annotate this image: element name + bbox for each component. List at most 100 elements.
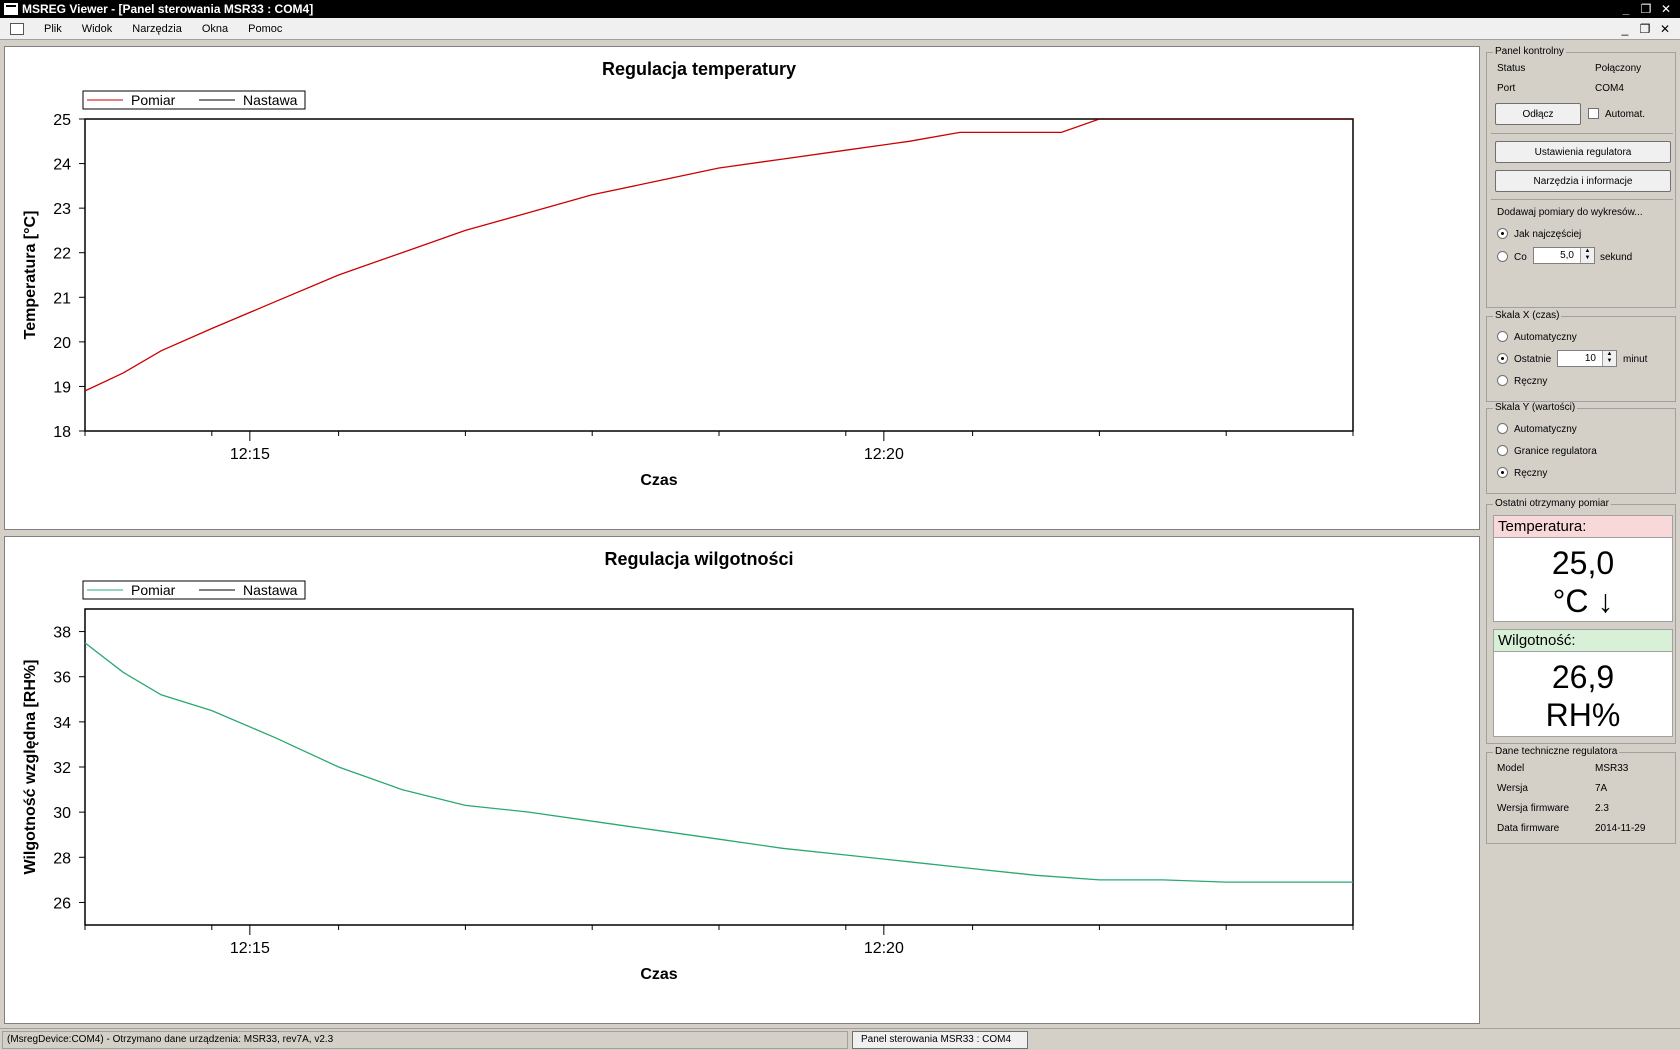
y-tick-label: 36 [53, 670, 71, 687]
menu-plik[interactable]: Plik [34, 23, 72, 35]
x-axis-label: Czas [640, 966, 677, 983]
legend-label-1: Nastawa [243, 582, 298, 598]
temperature-reading-value: 25,0 [1551, 545, 1615, 581]
menu-bar: Plik Widok Narzędzia Okna Pomoc _ ❐ ✕ [0, 18, 1680, 40]
status-bar: (MsregDevice:COM4) - Otrzymano dane urzą… [0, 1028, 1680, 1050]
x-tick-label: 12:15 [230, 446, 270, 463]
every-radio-label: Co [1514, 252, 1527, 263]
x-axis-label: Czas [640, 472, 677, 489]
last-minutes-spinner[interactable]: 10 ▲ ▼ [1557, 350, 1617, 367]
app-icon [4, 3, 18, 15]
mdi-restore-icon[interactable]: ❐ [1638, 22, 1652, 36]
close-icon[interactable]: ✕ [1658, 2, 1674, 16]
chart-title: Regulacja temperatury [602, 59, 796, 79]
mdi-close-icon[interactable]: ✕ [1658, 22, 1672, 36]
restore-icon[interactable]: ❐ [1638, 2, 1654, 16]
window-controls: _ ❐ ✕ [1618, 2, 1674, 16]
y-tick-label: 18 [53, 424, 71, 441]
humidity-reading-value: 26,9 [1551, 659, 1615, 695]
scale-y-group: Skala Y (wartości) Automatyczny Granice … [1486, 402, 1676, 494]
every-unit-label: sekund [1600, 252, 1633, 263]
port-label: Port [1497, 83, 1516, 94]
mdi-window-icon[interactable] [10, 22, 24, 35]
firmware-date-label: Data firmware [1497, 823, 1560, 834]
menu-narzedzia[interactable]: Narzędzia [122, 23, 192, 35]
tools-info-button[interactable]: Narzędzia i informacje [1495, 170, 1671, 192]
temperature-chart: Regulacja temperatury 18 19 20 21 22 23 24 25 12:… [22, 59, 1354, 489]
scale-x-manual-label: Ręczny [1514, 376, 1548, 387]
minimize-icon[interactable]: _ [1618, 2, 1634, 16]
mdi-controls: _ ❐ ✕ [1618, 22, 1672, 36]
technical-data-title: Dane techniczne regulatora [1493, 746, 1620, 757]
humidity-chart-panel: Regulacja wilgotności 26 28 30 32 34 36 38 12:15… [4, 536, 1480, 1024]
scale-x-manual-radio[interactable] [1497, 375, 1508, 386]
y-tick-label: 32 [53, 760, 71, 777]
last-measurement-group: Ostatni otrzymany pomiar Temperatura: 25… [1486, 498, 1676, 744]
fastest-radio[interactable] [1497, 228, 1508, 239]
x-tick-label: 12:20 [864, 940, 904, 957]
y-axis-label: Temperatura [°C] [22, 211, 39, 340]
temperature-reading: Temperatura: 25,0 °C ↓ [1493, 515, 1673, 622]
temperature-reading-label: Temperatura: [1494, 516, 1672, 538]
auto-checkbox-label: Automat. [1605, 109, 1646, 120]
scale-y-manual-radio[interactable] [1497, 467, 1508, 478]
disconnect-button[interactable]: Odłącz [1495, 103, 1581, 125]
y-tick-label: 25 [53, 112, 71, 129]
legend-label-0: Pomiar [131, 582, 176, 598]
scale-x-auto-label: Automatyczny [1514, 332, 1577, 343]
auto-checkbox[interactable] [1588, 108, 1599, 119]
status-message: (MsregDevice:COM4) - Otrzymano dane urzą… [2, 1031, 848, 1049]
y-tick-label: 21 [53, 290, 71, 307]
last-minutes-value: 10 [1584, 353, 1596, 364]
y-tick-label: 19 [53, 379, 71, 396]
y-tick-label: 34 [53, 715, 71, 732]
humidity-reading-label: Wilgotność: [1494, 630, 1672, 652]
scale-y-title: Skala Y (wartości) [1493, 402, 1578, 413]
plot-area [84, 608, 1354, 926]
window-title: MSREG Viewer - [Panel sterowania MSR33 :… [22, 2, 314, 16]
scale-y-limits-label: Granice regulatora [1514, 446, 1597, 457]
every-seconds-spinner[interactable]: 5,0 ▲ ▼ [1533, 247, 1595, 264]
y-tick-label: 28 [53, 850, 71, 867]
firmware-version-value: 2.3 [1595, 803, 1609, 814]
y-tick-label: 22 [53, 246, 71, 263]
menu-pomoc[interactable]: Pomoc [238, 23, 292, 35]
scale-x-auto-radio[interactable] [1497, 331, 1508, 342]
control-panel-title: Panel kontrolny [1493, 46, 1566, 57]
y-tick-label: 20 [53, 335, 71, 352]
every-radio[interactable] [1497, 251, 1508, 262]
technical-data-group: Dane techniczne regulatora Model MSR33 W… [1486, 746, 1676, 844]
humidity-chart: Regulacja wilgotności 26 28 30 32 34 36 38 12:15… [22, 549, 1354, 983]
last-measurement-title: Ostatni otrzymany pomiar [1493, 498, 1611, 509]
add-measurements-label: Dodawaj pomiary do wykresów... [1497, 207, 1643, 218]
x-tick-label: 12:20 [864, 446, 904, 463]
port-value: COM4 [1595, 83, 1624, 94]
scale-y-auto-radio[interactable] [1497, 423, 1508, 434]
scale-x-last-radio[interactable] [1497, 353, 1508, 364]
temperature-reading-unit: °C ↓ [1552, 583, 1614, 619]
last-unit-label: minut [1623, 354, 1648, 365]
separator [1491, 133, 1673, 134]
regulator-settings-button[interactable]: Ustawienia regulatora [1495, 141, 1671, 163]
status-label: Status [1497, 63, 1526, 74]
temperature-chart-panel: Regulacja temperatury 18 19 20 21 22 23 24 25 12:… [4, 46, 1480, 530]
window-tab-panel-sterowania[interactable]: Panel sterowania MSR33 : COM4 [852, 1031, 1028, 1049]
scale-x-title: Skala X (czas) [1493, 310, 1562, 321]
title-bar: MSREG Viewer - [Panel sterowania MSR33 :… [0, 0, 1680, 18]
chart-title: Regulacja wilgotności [604, 549, 793, 569]
spinner-arrows-icon[interactable]: ▲ ▼ [1580, 248, 1594, 263]
menu-okna[interactable]: Okna [192, 23, 238, 35]
mdi-minimize-icon[interactable]: _ [1618, 22, 1632, 36]
humidity-reading-unit: RH% [1545, 697, 1621, 733]
plot-area [84, 118, 1354, 432]
every-seconds-value: 5,0 [1560, 250, 1574, 261]
spinner-arrows-icon[interactable]: ▲ ▼ [1602, 351, 1616, 366]
scale-y-manual-label: Ręczny [1514, 468, 1548, 479]
scale-y-limits-radio[interactable] [1497, 445, 1508, 456]
y-tick-label: 24 [53, 157, 71, 174]
model-value: MSR33 [1595, 763, 1629, 774]
humidity-reading: Wilgotność: 26,9 RH% [1493, 629, 1673, 737]
y-tick-label: 23 [53, 201, 71, 218]
y-tick-label: 38 [53, 625, 71, 642]
menu-widok[interactable]: Widok [72, 23, 123, 35]
